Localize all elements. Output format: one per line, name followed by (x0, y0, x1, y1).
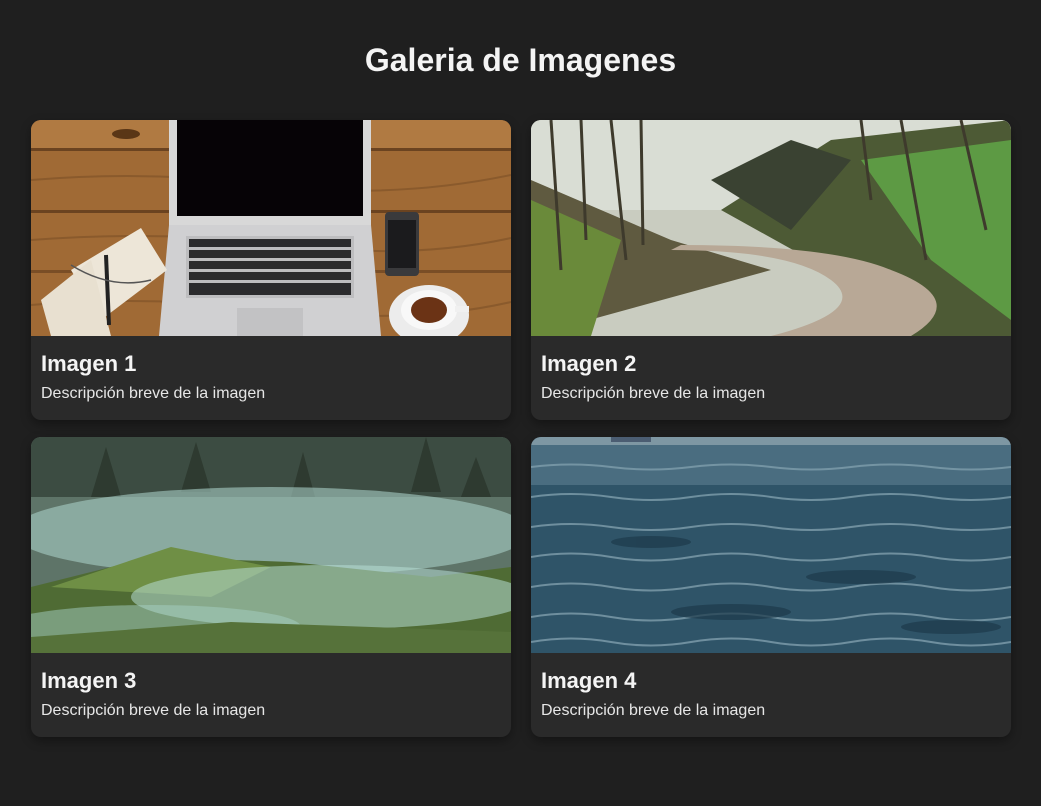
card-body: Imagen 3 Descripción breve de la imagen (31, 653, 511, 721)
card-title: Imagen 2 (541, 351, 637, 376)
misty-landscape-photo[interactable] (31, 437, 511, 653)
card-body: Imagen 2 Descripción breve de la imagen (531, 336, 1011, 404)
gallery-page: Galeria de Imagenes Imagen 1 Descripción… (0, 0, 1041, 806)
forest-road-photo[interactable] (531, 120, 1011, 336)
card-description: Descripción breve de la imagen (541, 385, 766, 402)
card-title: Imagen 3 (41, 668, 137, 693)
card-title: Imagen 4 (541, 668, 637, 693)
card-title: Imagen 1 (41, 351, 137, 376)
card-body: Imagen 1 Descripción breve de la imagen (31, 336, 511, 404)
gallery-card[interactable]: Imagen 1 Descripción breve de la imagen (31, 120, 511, 420)
gallery-card[interactable]: Imagen 4 Descripción breve de la imagen (531, 437, 1011, 737)
laptop-desk-photo[interactable] (31, 120, 511, 336)
sea-water-photo[interactable] (531, 437, 1011, 653)
image-gallery: Imagen 1 Descripción breve de la imagen (31, 120, 1011, 737)
gallery-card[interactable]: Imagen 2 Descripción breve de la imagen (531, 120, 1011, 420)
card-body: Imagen 4 Descripción breve de la imagen (531, 653, 1011, 721)
card-description: Descripción breve de la imagen (41, 385, 266, 402)
card-description: Descripción breve de la imagen (41, 702, 266, 719)
card-description: Descripción breve de la imagen (541, 702, 766, 719)
gallery-card[interactable]: Imagen 3 Descripción breve de la imagen (31, 437, 511, 737)
page-title: Galeria de Imagenes (364, 42, 677, 78)
